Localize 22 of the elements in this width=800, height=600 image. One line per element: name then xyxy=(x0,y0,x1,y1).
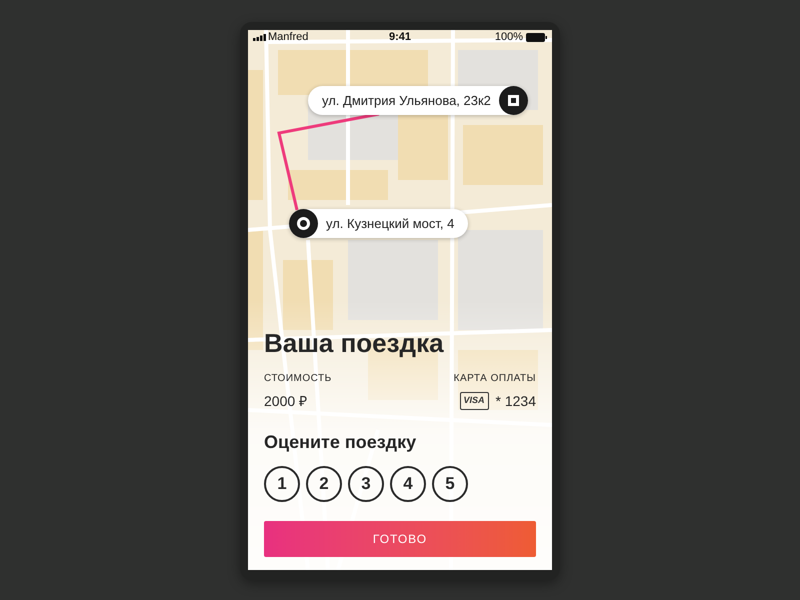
cost-value: 2000 ₽ xyxy=(264,392,308,410)
rating-option[interactable]: 4 xyxy=(390,466,426,502)
address-pin[interactable]: ул. Кузнецкий мост, 4 xyxy=(289,209,468,238)
carrier-name: Manfred xyxy=(268,30,308,46)
square-marker-icon xyxy=(498,86,528,115)
signal-icon xyxy=(253,34,266,41)
rating-option[interactable]: 5 xyxy=(432,466,468,502)
trip-title: Ваша поездка xyxy=(264,327,445,359)
rating-option[interactable]: 3 xyxy=(348,466,384,502)
rating-option[interactable]: 1 xyxy=(264,466,300,502)
rating-option[interactable]: 2 xyxy=(306,466,342,502)
address-pin[interactable]: ул. Дмитрия Ульянова, 23к2 xyxy=(308,86,528,115)
battery-icon xyxy=(526,33,547,42)
battery-percent: 100% xyxy=(494,30,523,46)
card-brand-badge: VISA xyxy=(460,392,489,410)
rating-title: Оцените поездку xyxy=(264,431,418,453)
done-button[interactable]: ГОТОВО xyxy=(264,521,536,557)
cost-label: СТОИМОСТЬ xyxy=(264,372,332,386)
ring-marker-icon xyxy=(289,209,318,238)
card-number: * 1234 xyxy=(496,392,536,410)
payment-card-label: КАРТА ОПЛАТЫ xyxy=(454,372,536,386)
status-time: 9:41 xyxy=(388,30,412,46)
